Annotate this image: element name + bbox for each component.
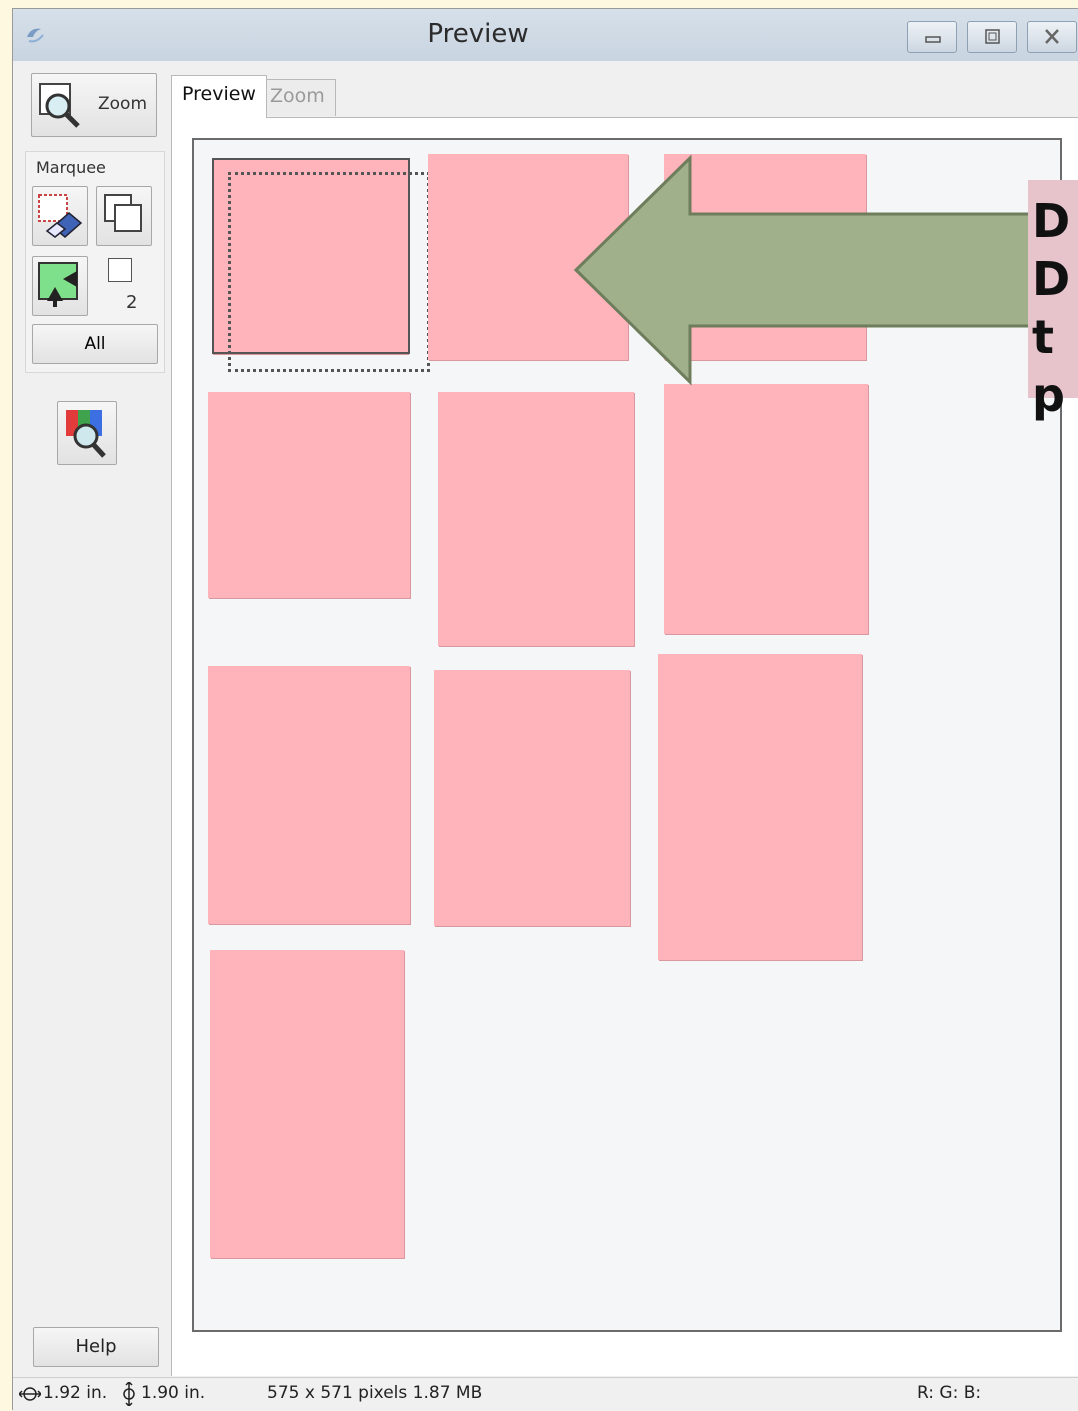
rgb-readout: R: G: B: [917,1383,982,1403]
tab-zoom[interactable]: Zoom [259,79,336,116]
marquee-count: 2 [126,292,138,313]
auto-locate-button[interactable] [32,256,88,316]
title-bar[interactable]: Preview [13,9,1078,61]
maximize-icon [985,29,1000,44]
thumbnail-photo[interactable] [208,392,410,598]
thumbnail-photo[interactable] [208,666,410,924]
color-palette-button[interactable] [57,401,117,465]
marquee-eraser-icon [38,194,83,238]
help-button[interactable]: Help [33,1327,159,1367]
zoom-button[interactable]: Zoom [31,73,157,137]
close-icon [1045,29,1059,44]
marquee-count-checkbox[interactable] [108,258,132,282]
create-marquee-button[interactable] [32,186,88,246]
callout-arrow-icon [573,154,1042,386]
marquee-label: Marquee [36,158,106,177]
width-arrows-icon [19,1387,41,1401]
callout-line: p [1032,368,1065,422]
callout-line: t [1032,310,1054,364]
selection-width: 1.92 in. [43,1383,108,1403]
selection-height: 1.90 in. [141,1383,206,1403]
callout-line: D [1032,194,1071,248]
close-button[interactable] [1027,21,1077,53]
callout-line: D [1032,252,1071,306]
copy-marquee-icon [104,194,142,232]
color-palette-icon [66,410,106,458]
minimize-button[interactable] [907,21,957,53]
window-title: Preview [427,19,529,49]
marquee-group: Marquee 2 All [25,151,165,373]
thumbnail-photo[interactable] [658,654,862,960]
minimize-icon [925,36,941,43]
copy-marquee-button[interactable] [96,186,152,246]
tab-preview[interactable]: Preview [171,75,267,118]
thumbnail-photo[interactable] [438,392,634,646]
height-arrows-icon [123,1382,135,1406]
zoom-magnifier-icon [39,83,80,128]
thumbnail-photo[interactable] [434,670,630,926]
status-bar: 1.92 in. 1.90 in. 575 x 571 pixels 1.87 … [13,1377,1078,1411]
marquee-selection[interactable] [228,172,430,372]
thumbnail-photo[interactable] [210,950,404,1258]
callout-text: D D t p [1032,192,1078,424]
image-size-info: 575 x 571 pixels 1.87 MB [267,1383,483,1403]
zoom-button-label: Zoom [98,94,148,114]
select-all-label: All [84,334,106,354]
select-all-button[interactable]: All [32,324,158,364]
maximize-button[interactable] [967,21,1017,53]
thumbnail-photo[interactable] [664,384,868,634]
auto-locate-icon [38,262,78,307]
